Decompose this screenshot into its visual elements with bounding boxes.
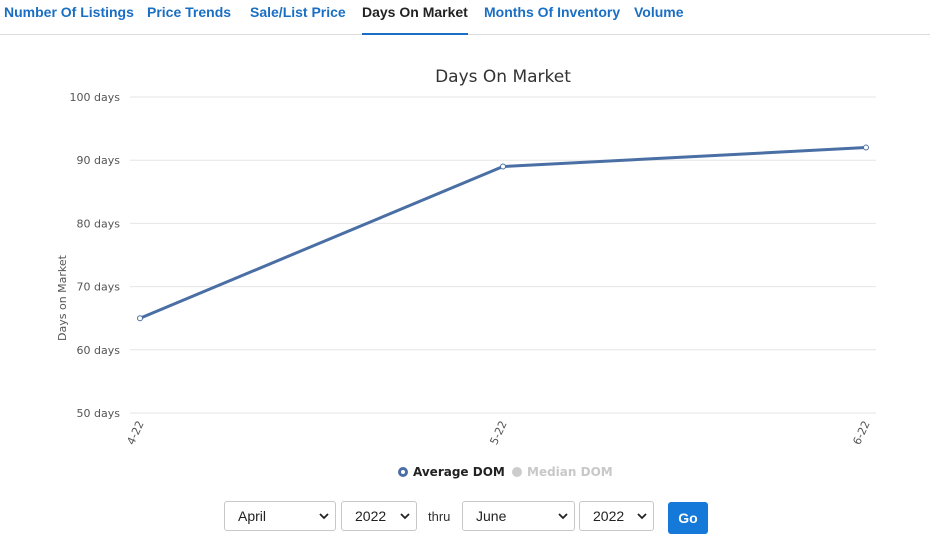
- legend-marker-icon: [512, 467, 522, 477]
- chart-title: Days On Market: [435, 67, 571, 87]
- y-tick-label: 50 days: [77, 407, 121, 420]
- data-point[interactable]: [500, 163, 506, 170]
- end-year-select[interactable]: 2022: [579, 501, 654, 531]
- y-tick-labels: 50 days 60 days 70 days 80 days 90 days 100 d…: [70, 91, 121, 420]
- start-month-select[interactable]: April: [224, 501, 336, 531]
- y-tick-label: 100 days: [70, 91, 121, 104]
- go-button[interactable]: Go: [668, 502, 708, 534]
- start-month-value: April: [238, 508, 267, 524]
- chevron-down-icon: [558, 513, 568, 520]
- end-month-select[interactable]: June: [462, 501, 575, 531]
- tab-sale-list-price[interactable]: Sale/List Price: [250, 0, 346, 34]
- end-month-value: June: [476, 508, 507, 524]
- legend-marker-icon: [398, 467, 408, 477]
- tab-days-on-market[interactable]: Days On Market: [362, 0, 468, 35]
- tab-bar: Number Of Listings Price Trends Sale/Lis…: [0, 0, 930, 35]
- start-year-select[interactable]: 2022: [341, 501, 417, 531]
- x-tick-labels: 4-22 5-22 6-22: [124, 419, 872, 447]
- series-line: [139, 146, 867, 320]
- date-range-controls: April 2022 thru June 2022 Go: [0, 501, 934, 535]
- legend-label: Median DOM: [527, 465, 613, 479]
- legend-item-median-dom[interactable]: Median DOM: [512, 462, 613, 482]
- x-tick-label: 6-22: [850, 419, 872, 447]
- y-tick-label: 90 days: [77, 154, 121, 167]
- x-tick-label: 5-22: [487, 419, 509, 447]
- gridlines: [130, 96, 876, 414]
- end-year-value: 2022: [593, 508, 625, 524]
- y-tick-label: 80 days: [77, 217, 121, 230]
- tab-number-of-listings[interactable]: Number Of Listings: [4, 0, 134, 34]
- tab-months-of-inventory[interactable]: Months Of Inventory: [484, 0, 620, 34]
- days-on-market-chart: Days On Market Days on Market 50 days 60 …: [56, 67, 876, 447]
- data-point[interactable]: [863, 144, 869, 151]
- data-point[interactable]: [137, 315, 143, 322]
- start-year-value: 2022: [355, 508, 387, 524]
- legend-item-average-dom[interactable]: Average DOM: [398, 462, 505, 482]
- thru-label: thru: [428, 509, 451, 524]
- y-tick-label: 60 days: [77, 344, 121, 357]
- chevron-down-icon: [319, 513, 329, 520]
- chevron-down-icon: [637, 513, 647, 520]
- y-axis-title: Days on Market: [56, 254, 69, 341]
- chevron-down-icon: [400, 513, 410, 520]
- legend-label: Average DOM: [413, 465, 505, 479]
- tab-volume[interactable]: Volume: [634, 0, 684, 34]
- series-group: [137, 144, 869, 322]
- y-tick-label: 70 days: [77, 281, 121, 294]
- x-tick-label: 4-22: [124, 419, 146, 447]
- tab-price-trends[interactable]: Price Trends: [147, 0, 231, 34]
